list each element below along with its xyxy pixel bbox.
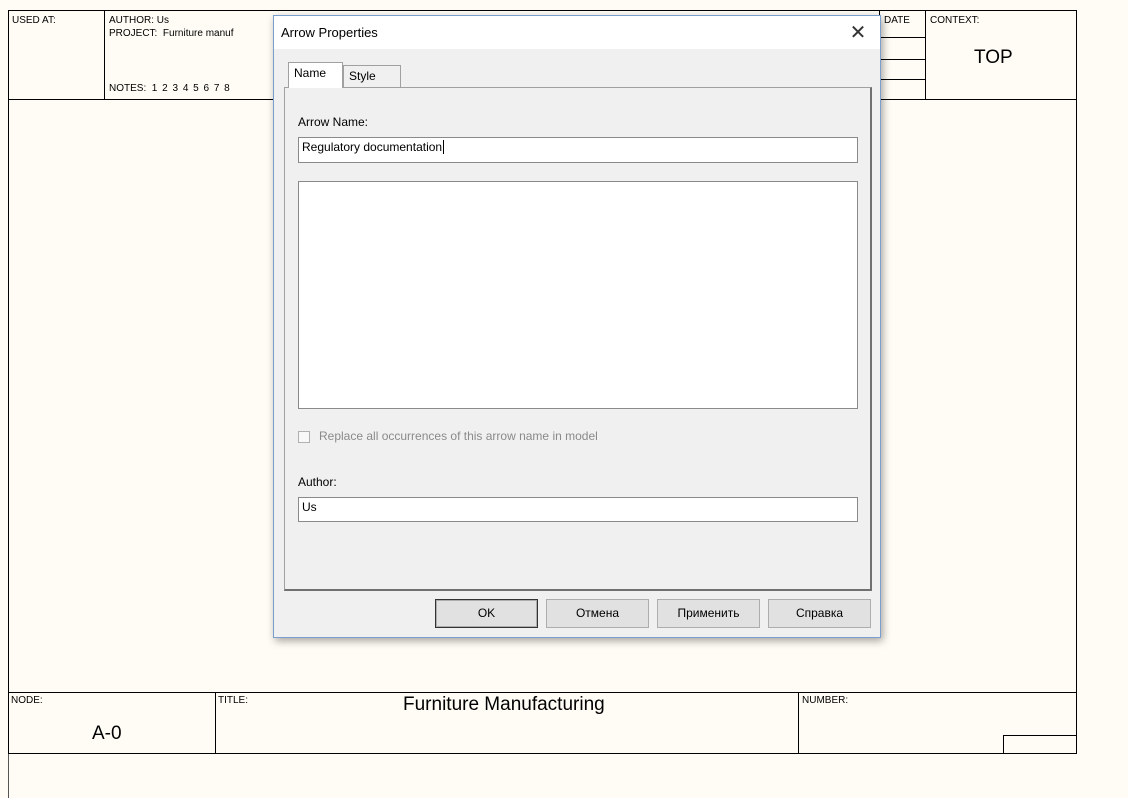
apply-button[interactable]: Применить <box>657 599 760 628</box>
footer-divider-1 <box>215 692 216 754</box>
arrow-name-value: Regulatory documentation <box>302 140 443 154</box>
author-field-label: Author: <box>298 475 337 489</box>
left-scroll-edge <box>0 754 9 798</box>
number-label: NUMBER: <box>802 695 849 706</box>
arrow-name-input[interactable]: Regulatory documentation <box>298 137 858 163</box>
replace-all-label: Replace all occurrences of this arrow na… <box>319 429 598 443</box>
project-label: PROJECT: Furniture manuf <box>109 28 234 39</box>
date-row-line-1 <box>879 37 926 38</box>
author-input[interactable]: Us <box>298 497 858 522</box>
author-input-value: Us <box>302 500 317 514</box>
date-row-line-3 <box>879 79 926 80</box>
node-label: NODE: <box>11 695 43 706</box>
name-tab-panel: Arrow Name: Regulatory documentation Rep… <box>284 87 872 591</box>
arrow-properties-dialog: Arrow Properties ✕ Name Style Arrow Name… <box>273 15 881 638</box>
title-label: TITLE: <box>218 695 249 706</box>
author-label: AUTHOR: Us <box>109 15 170 26</box>
dialog-title: Arrow Properties <box>281 25 378 40</box>
author-value: Us <box>156 15 170 26</box>
help-button[interactable]: Справка <box>768 599 871 628</box>
number-box-left <box>1003 735 1004 754</box>
context-value: TOP <box>974 47 1013 68</box>
dialog-titlebar[interactable]: Arrow Properties ✕ <box>274 16 880 49</box>
number-box-top <box>1003 735 1077 736</box>
diagram-title: Furniture Manufacturing <box>403 694 605 715</box>
footer-divider-2 <box>798 692 799 754</box>
context-label: CONTEXT: <box>930 15 980 26</box>
arrow-name-label: Arrow Name: <box>298 115 369 129</box>
notes-label: NOTES: 1 2 3 4 5 6 7 8 <box>109 83 231 94</box>
project-value: Furniture manuf <box>162 28 234 39</box>
notes-numbers: 1 2 3 4 5 6 7 8 <box>151 83 231 94</box>
ok-button[interactable]: OK <box>435 599 538 628</box>
tab-style[interactable]: Style <box>343 65 401 88</box>
header-divider-3 <box>925 10 926 100</box>
close-icon[interactable]: ✕ <box>844 20 872 46</box>
node-value: A-0 <box>92 723 122 744</box>
date-row-line-2 <box>879 59 926 60</box>
date-label: DATE <box>884 15 910 26</box>
arrow-description-textarea[interactable] <box>298 181 858 409</box>
used-at-label: USED AT: <box>12 15 56 26</box>
frame-right-border <box>1076 10 1077 754</box>
cancel-button[interactable]: Отмена <box>546 599 649 628</box>
replace-all-checkbox[interactable] <box>298 431 310 443</box>
header-divider-1 <box>104 10 105 100</box>
tab-name[interactable]: Name <box>288 62 343 88</box>
footer-top-line <box>8 692 1077 693</box>
